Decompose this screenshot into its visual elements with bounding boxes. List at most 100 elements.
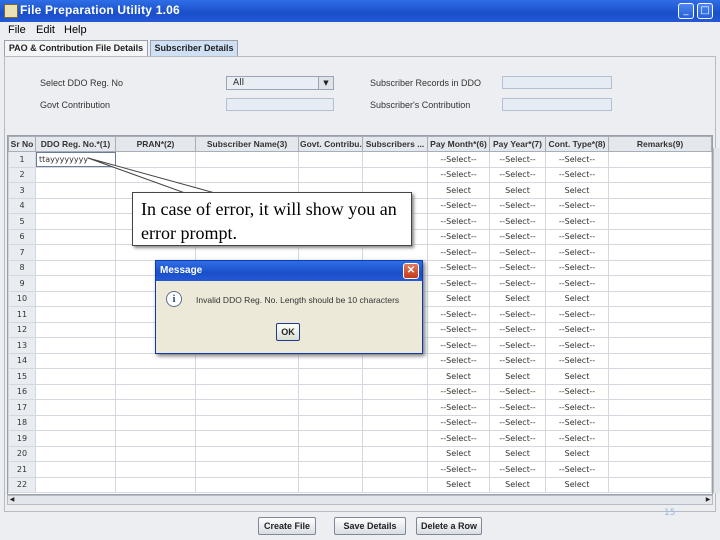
remarks-cell[interactable] (608, 151, 712, 168)
ok-button[interactable]: OK (276, 323, 300, 341)
pran-cell[interactable] (115, 461, 196, 478)
ddo-reg-cell[interactable] (35, 476, 116, 493)
govt-contribution-cell[interactable] (298, 368, 363, 385)
column-header[interactable]: Sr No (8, 136, 36, 152)
column-header[interactable]: Cont. Type*(8) (545, 136, 609, 152)
pran-cell[interactable] (115, 383, 196, 400)
pay-year-cell[interactable]: --Select-- (489, 306, 546, 323)
pran-cell[interactable] (115, 445, 196, 462)
pay-month-cell[interactable]: --Select-- (427, 461, 490, 478)
cont-type-cell[interactable]: --Select-- (545, 306, 609, 323)
remarks-cell[interactable] (608, 213, 712, 230)
remarks-cell[interactable] (608, 414, 712, 431)
cont-type-cell[interactable]: --Select-- (545, 461, 609, 478)
ddo-reg-cell[interactable] (35, 306, 116, 323)
subscriber-name-cell[interactable] (195, 166, 299, 183)
menu-file[interactable]: File (8, 24, 26, 36)
menu-edit[interactable]: Edit (36, 24, 55, 36)
ddo-reg-cell[interactable] (35, 383, 116, 400)
subscriber-name-cell[interactable] (195, 399, 299, 416)
menu-help[interactable]: Help (64, 24, 87, 36)
remarks-cell[interactable] (608, 259, 712, 276)
pay-year-cell[interactable]: --Select-- (489, 259, 546, 276)
cont-type-cell[interactable]: --Select-- (545, 321, 609, 338)
ddo-reg-cell[interactable] (35, 414, 116, 431)
subscriber-name-cell[interactable] (195, 244, 299, 261)
cont-type-cell[interactable]: --Select-- (545, 228, 609, 245)
govt-contribution-cell[interactable] (298, 399, 363, 416)
remarks-cell[interactable] (608, 461, 712, 478)
scroll-right-icon[interactable]: ▶ (704, 496, 712, 504)
ddo-reg-cell[interactable] (35, 430, 116, 447)
subscriber-contribution-cell[interactable] (362, 461, 428, 478)
ddo-reg-cell[interactable] (35, 368, 116, 385)
table-row[interactable]: 20 Select Select Select (8, 445, 712, 462)
column-header[interactable]: Govt. Contribu... (298, 136, 363, 152)
govt-contribution-cell[interactable] (298, 430, 363, 447)
close-icon[interactable]: ✕ (403, 263, 419, 279)
pay-year-cell[interactable]: Select (489, 290, 546, 307)
remarks-cell[interactable] (608, 166, 712, 183)
subscriber-contribution-cell[interactable] (362, 414, 428, 431)
pran-cell[interactable] (115, 476, 196, 493)
pran-cell[interactable] (115, 399, 196, 416)
table-row[interactable]: 19 --Select-- --Select-- --Select-- (8, 430, 712, 447)
subscriber-contribution-cell[interactable] (362, 368, 428, 385)
pay-year-cell[interactable]: --Select-- (489, 151, 546, 168)
column-header[interactable]: Remarks(9) (608, 136, 712, 152)
cont-type-cell[interactable]: Select (545, 445, 609, 462)
govt-contribution-cell[interactable] (298, 383, 363, 400)
pay-year-cell[interactable]: Select (489, 476, 546, 493)
subscriber-name-cell[interactable] (195, 430, 299, 447)
ddo-reg-cell[interactable] (35, 259, 116, 276)
pran-cell[interactable] (115, 166, 196, 183)
pran-cell[interactable] (115, 414, 196, 431)
table-row[interactable]: 16 --Select-- --Select-- --Select-- (8, 383, 712, 400)
vertical-scrollbar[interactable] (713, 148, 720, 493)
table-row[interactable]: 2 --Select-- --Select-- --Select-- (8, 166, 712, 183)
cont-type-cell[interactable]: Select (545, 476, 609, 493)
pay-month-cell[interactable]: --Select-- (427, 151, 490, 168)
ddo-reg-cell[interactable]: ttayyyyyyyy (35, 151, 116, 168)
tab-pao-contribution[interactable]: PAO & Contribution File Details (4, 40, 148, 56)
remarks-cell[interactable] (608, 228, 712, 245)
table-row[interactable]: 21 --Select-- --Select-- --Select-- (8, 461, 712, 478)
table-row[interactable]: 7 --Select-- --Select-- --Select-- (8, 244, 712, 261)
pay-year-cell[interactable]: Select (489, 182, 546, 199)
subscriber-records-field[interactable] (502, 76, 612, 89)
pay-month-cell[interactable]: --Select-- (427, 399, 490, 416)
create-file-button[interactable]: Create File (258, 517, 316, 535)
remarks-cell[interactable] (608, 244, 712, 261)
table-row[interactable]: 17 --Select-- --Select-- --Select-- (8, 399, 712, 416)
ddo-reg-cell[interactable] (35, 321, 116, 338)
ddo-reg-cell[interactable] (35, 352, 116, 369)
govt-contribution-cell[interactable] (298, 352, 363, 369)
pay-month-cell[interactable]: Select (427, 290, 490, 307)
pran-cell[interactable] (115, 430, 196, 447)
subscriber-contribution-cell[interactable] (362, 151, 428, 168)
pay-month-cell[interactable]: --Select-- (427, 414, 490, 431)
pay-month-cell[interactable]: --Select-- (427, 213, 490, 230)
ddo-reg-cell[interactable] (35, 197, 116, 214)
pay-month-cell[interactable]: --Select-- (427, 352, 490, 369)
subscriber-contribution-cell[interactable] (362, 445, 428, 462)
pay-month-cell[interactable]: --Select-- (427, 228, 490, 245)
table-row[interactable]: 15 Select Select Select (8, 368, 712, 385)
pay-year-cell[interactable]: --Select-- (489, 244, 546, 261)
remarks-cell[interactable] (608, 368, 712, 385)
ddo-reg-cell[interactable] (35, 228, 116, 245)
remarks-cell[interactable] (608, 182, 712, 199)
subscriber-contribution-cell[interactable] (362, 399, 428, 416)
ddo-reg-cell[interactable] (35, 275, 116, 292)
subscriber-contribution-cell[interactable] (362, 244, 428, 261)
maximize-button[interactable]: □ (697, 3, 713, 19)
pay-month-cell[interactable]: --Select-- (427, 321, 490, 338)
cont-type-cell[interactable]: --Select-- (545, 151, 609, 168)
cont-type-cell[interactable]: Select (545, 368, 609, 385)
horizontal-scrollbar[interactable]: ◀ ▶ (7, 495, 713, 505)
subscriber-name-cell[interactable] (195, 368, 299, 385)
subscriber-contribution-cell[interactable] (362, 166, 428, 183)
remarks-cell[interactable] (608, 290, 712, 307)
column-header[interactable]: Pay Month*(6) (427, 136, 490, 152)
pay-month-cell[interactable]: Select (427, 368, 490, 385)
